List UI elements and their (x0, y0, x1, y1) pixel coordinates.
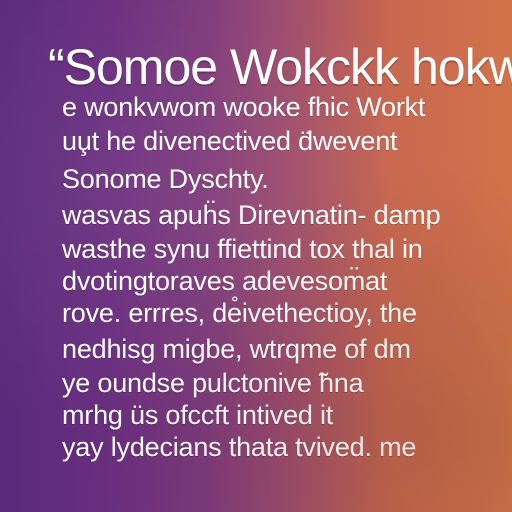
body-line: dvotingtoraves adevesom̈at (62, 266, 388, 296)
headline-text: “Somoe Wokckk hokw (48, 39, 512, 95)
body-line: wasvas apuḧs Direvnatin- damp (62, 200, 441, 230)
body-line: mrhg üs ofccft intived it (62, 400, 334, 430)
body-line: ye oundse pulctonive ̃hna (62, 368, 364, 398)
body-line: rove. errres, de̊ivethectioy, the (62, 298, 417, 328)
body-line: yay lydecians thata tvived. me (62, 432, 417, 462)
body-line: uu̧t he divenectived d̈wevent (62, 126, 398, 156)
body-line: nedhisg migbe, wtrqme of dm (62, 334, 411, 364)
image-canvas: “Somoe Wokckk hokw e wonkvwom wooke fhic… (0, 0, 512, 512)
body-line: wasthe synu ffiettind tox thal in (62, 234, 423, 264)
body-line: Sonome Dyschty. (62, 164, 269, 194)
body-line: e wonkvwom wooke fhic Workt (62, 92, 426, 122)
